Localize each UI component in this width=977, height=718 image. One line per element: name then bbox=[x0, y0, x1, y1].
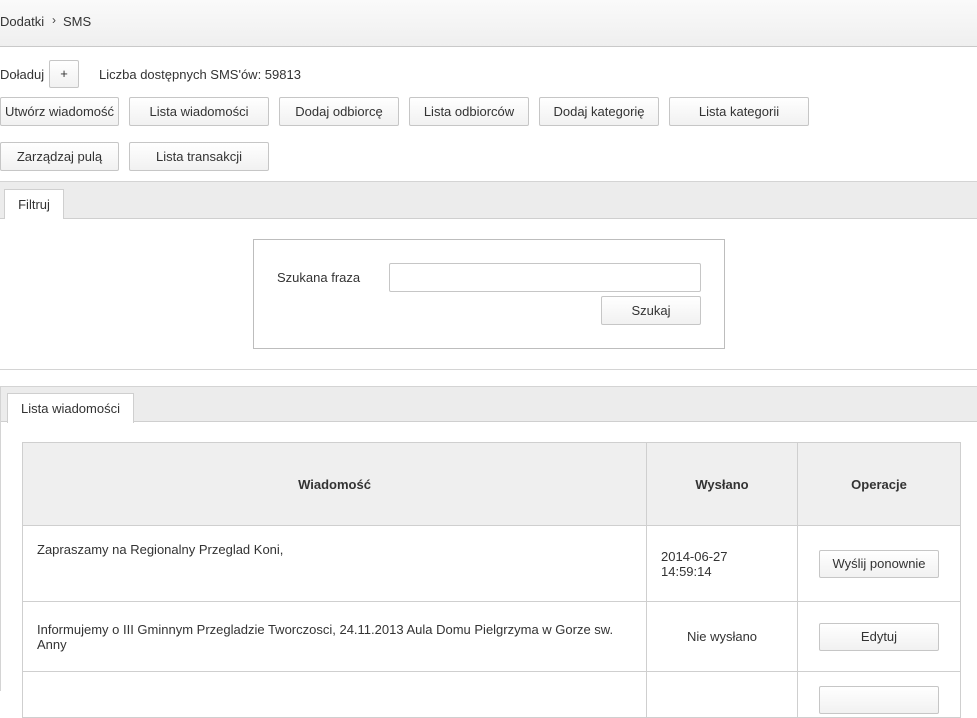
section-divider bbox=[0, 369, 977, 370]
breadcrumb-parent[interactable]: Dodatki bbox=[0, 14, 44, 29]
tab-filter[interactable]: Filtruj bbox=[4, 189, 64, 219]
sms-balance-text: Liczba dostępnych SMS'ów: 59813 bbox=[99, 67, 301, 82]
column-header-sent: Wysłano bbox=[646, 442, 798, 526]
top-bar: Dodatki › SMS bbox=[0, 0, 977, 47]
sent-date: 2014-06-27 bbox=[661, 548, 728, 564]
table-row: Zapraszamy na Regionalny Przeglad Koni, … bbox=[22, 525, 961, 602]
column-header-operations: Operacje bbox=[797, 442, 961, 526]
table-header-row: Wiadomość Wysłano Operacje bbox=[22, 442, 961, 526]
table-row bbox=[22, 671, 961, 718]
sent-status: Nie wysłano bbox=[686, 629, 758, 644]
search-phrase-input[interactable] bbox=[389, 263, 701, 292]
sent-time: 14:59:14 bbox=[661, 563, 712, 579]
message-cell: Informujemy o III Gminnym Przegladzie Tw… bbox=[22, 601, 647, 672]
operations-cell: Wyślij ponownie bbox=[797, 525, 961, 602]
sent-cell: Nie wysłano bbox=[646, 601, 798, 672]
filter-tabbar: Filtruj bbox=[0, 181, 977, 219]
row-action-button[interactable] bbox=[819, 686, 939, 714]
breadcrumb-chevron-icon: › bbox=[52, 13, 56, 27]
topup-label: Doładuj bbox=[0, 67, 45, 82]
search-phrase-label: Szukana fraza bbox=[277, 270, 361, 285]
topup-button[interactable]: + bbox=[49, 60, 79, 88]
sent-cell bbox=[646, 671, 798, 718]
message-cell bbox=[22, 671, 647, 718]
create-message-button[interactable]: Utwórz wiadomość bbox=[0, 97, 119, 126]
manage-pool-button[interactable]: Zarządzaj pulą bbox=[0, 142, 119, 171]
messages-tabbar: Lista wiadomości bbox=[0, 386, 977, 423]
table-row: Informujemy o III Gminnym Przegladzie Tw… bbox=[22, 601, 961, 672]
tab-message-list[interactable]: Lista wiadomości bbox=[7, 393, 134, 423]
category-list-button[interactable]: Lista kategorii bbox=[669, 97, 809, 126]
breadcrumb-current: SMS bbox=[63, 14, 92, 29]
sent-cell: 2014-06-27 14:59:14 bbox=[646, 525, 798, 602]
messages-panel-border bbox=[0, 386, 1, 691]
add-category-button[interactable]: Dodaj kategorię bbox=[539, 97, 659, 126]
search-button[interactable]: Szukaj bbox=[601, 296, 701, 325]
column-header-message: Wiadomość bbox=[22, 442, 647, 526]
message-cell: Zapraszamy na Regionalny Przeglad Koni, bbox=[22, 525, 647, 602]
edit-button[interactable]: Edytuj bbox=[819, 622, 939, 651]
transaction-list-button[interactable]: Lista transakcji bbox=[129, 142, 269, 171]
operations-cell: Edytuj bbox=[797, 601, 961, 672]
recipient-list-button[interactable]: Lista odbiorców bbox=[409, 97, 529, 126]
filter-panel: Szukana fraza Szukaj bbox=[253, 239, 725, 349]
operations-cell bbox=[797, 671, 961, 718]
resend-button[interactable]: Wyślij ponownie bbox=[819, 549, 939, 578]
add-recipient-button[interactable]: Dodaj odbiorcę bbox=[279, 97, 399, 126]
message-list-button[interactable]: Lista wiadomości bbox=[129, 97, 269, 126]
messages-table: Wiadomość Wysłano Operacje Zapraszamy na… bbox=[22, 442, 961, 718]
